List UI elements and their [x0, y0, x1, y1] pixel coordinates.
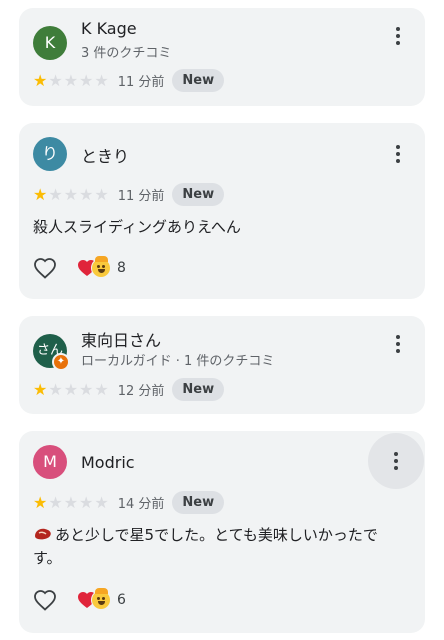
new-badge: New: [172, 378, 225, 401]
reviewer-subtitle: ローカルガイド · 1 件のクチコミ: [81, 354, 275, 369]
new-badge: New: [172, 183, 225, 206]
reactions-row: 6: [33, 588, 126, 611]
avatar[interactable]: り: [33, 137, 67, 171]
star-empty-icon: ★: [94, 379, 109, 399]
more-vert-icon: [396, 145, 400, 163]
rating-row: ★ ★ ★ ★ ★ 12 分前 New: [33, 378, 225, 401]
review-card: K K Kage 3 件のクチコミ ★ ★ ★ ★ ★ 11 分前 New: [19, 8, 425, 106]
star-empty-icon: ★: [79, 492, 94, 512]
meat-emoji-icon: [35, 528, 51, 540]
review-card: さん ✦ 東向日さん ローカルガイド · 1 件のクチコミ ★ ★ ★ ★ ★ …: [19, 316, 425, 414]
more-vert-icon: [394, 452, 398, 470]
star-rating: ★ ★ ★ ★ ★: [33, 184, 109, 204]
review-text: あと少しで星5でした。とても美味しいかったです。: [33, 526, 378, 567]
more-vert-icon: [396, 335, 400, 353]
avatar[interactable]: M: [33, 445, 67, 479]
heart-outline-icon[interactable]: [33, 589, 57, 611]
star-rating: ★ ★ ★ ★ ★: [33, 70, 109, 90]
star-empty-icon: ★: [63, 492, 79, 512]
review-time: 11 分前: [117, 75, 165, 90]
heart-outline-icon[interactable]: [33, 257, 57, 279]
star-rating: ★ ★ ★ ★ ★: [33, 379, 109, 399]
reviewer-name[interactable]: ときり: [81, 143, 129, 167]
star-filled-icon: ★: [33, 379, 48, 399]
star-empty-icon: ★: [94, 70, 109, 90]
reviewer-name[interactable]: K Kage: [81, 19, 137, 38]
avatar-letter: M: [43, 452, 57, 471]
star-empty-icon: ★: [48, 70, 63, 90]
reviewer-name[interactable]: 東向日さん: [81, 327, 161, 351]
reaction-count: 6: [117, 592, 126, 608]
star-filled-icon: ★: [33, 184, 48, 204]
rating-row: ★ ★ ★ ★ ★ 11 分前 New: [33, 69, 225, 92]
review-card: M Modric ★ ★ ★ ★ ★ 14 分前 New あと少しで星5でした。…: [19, 431, 425, 633]
review-time: 12 分前: [117, 384, 165, 399]
star-empty-icon: ★: [79, 70, 94, 90]
star-filled-icon: ★: [33, 492, 48, 512]
star-empty-icon: ★: [63, 70, 79, 90]
avatar-letter: K: [44, 33, 56, 52]
reactions-summary[interactable]: 6: [77, 588, 126, 610]
star-empty-icon: ★: [48, 184, 63, 204]
review-text: 殺人スライディングありえへん: [33, 218, 241, 236]
reactions-summary[interactable]: 8: [77, 256, 126, 278]
avatar[interactable]: さん ✦: [33, 334, 70, 371]
more-options-button[interactable]: [375, 131, 421, 177]
reactions-row: 8: [33, 256, 126, 279]
more-options-button[interactable]: [375, 13, 421, 59]
exploding-head-emoji-icon: [91, 256, 111, 278]
rating-row: ★ ★ ★ ★ ★ 11 分前 New: [33, 183, 225, 206]
star-empty-icon: ★: [79, 379, 94, 399]
avatar-letter: り: [41, 144, 58, 163]
review-time: 11 分前: [117, 189, 165, 204]
review-time: 14 分前: [117, 497, 165, 512]
star-empty-icon: ★: [63, 379, 79, 399]
review-card: り ときり ★ ★ ★ ★ ★ 11 分前 New 殺人スライディングありえへん…: [19, 123, 425, 299]
star-empty-icon: ★: [48, 492, 63, 512]
more-vert-icon: [396, 27, 400, 45]
exploding-head-emoji-icon: [91, 588, 111, 610]
star-empty-icon: ★: [63, 184, 79, 204]
more-options-button[interactable]: [375, 321, 421, 367]
star-empty-icon: ★: [94, 492, 109, 512]
reviewer-subtitle: 3 件のクチコミ: [81, 46, 172, 61]
star-empty-icon: ★: [79, 184, 94, 204]
star-filled-icon: ★: [33, 70, 48, 90]
reviewer-name[interactable]: Modric: [81, 453, 135, 472]
star-empty-icon: ★: [48, 379, 63, 399]
reaction-count: 8: [117, 260, 126, 276]
avatar[interactable]: K: [33, 26, 67, 60]
star-rating: ★ ★ ★ ★ ★: [33, 492, 109, 512]
local-guide-badge-icon: ✦: [52, 353, 70, 371]
new-badge: New: [172, 69, 225, 92]
star-empty-icon: ★: [94, 184, 109, 204]
rating-row: ★ ★ ★ ★ ★ 14 分前 New: [33, 491, 225, 514]
review-text-block: あと少しで星5でした。とても美味しいかったです。: [33, 524, 405, 570]
new-badge: New: [172, 491, 225, 514]
more-options-button[interactable]: [368, 433, 424, 489]
